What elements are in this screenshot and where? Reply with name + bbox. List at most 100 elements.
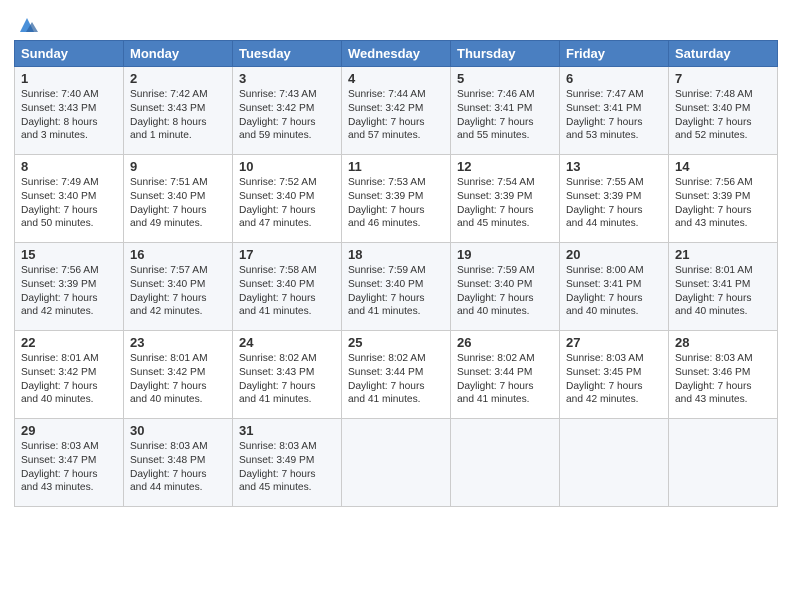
cell-info: Sunrise: 7:52 AMSunset: 3:40 PMDaylight:… <box>239 176 335 231</box>
cell-info: Sunrise: 8:03 AMSunset: 3:45 PMDaylight:… <box>566 352 662 407</box>
day-number: 26 <box>457 335 553 350</box>
day-number: 16 <box>130 247 226 262</box>
day-number: 5 <box>457 71 553 86</box>
day-number: 14 <box>675 159 771 174</box>
cell-info: Sunrise: 8:01 AMSunset: 3:41 PMDaylight:… <box>675 264 771 319</box>
day-number: 19 <box>457 247 553 262</box>
calendar-week-row: 15Sunrise: 7:56 AMSunset: 3:39 PMDayligh… <box>15 243 778 331</box>
cell-info: Sunrise: 7:51 AMSunset: 3:40 PMDaylight:… <box>130 176 226 231</box>
cell-info: Sunrise: 7:54 AMSunset: 3:39 PMDaylight:… <box>457 176 553 231</box>
calendar-header-tuesday: Tuesday <box>233 41 342 67</box>
calendar-cell: 8 Sunrise: 7:49 AMSunset: 3:40 PMDaylight… <box>15 155 124 243</box>
day-number: 20 <box>566 247 662 262</box>
calendar-cell: 22Sunrise: 8:01 AMSunset: 3:42 PMDayligh… <box>15 331 124 419</box>
day-number: 4 <box>348 71 444 86</box>
day-number: 10 <box>239 159 335 174</box>
day-number: 21 <box>675 247 771 262</box>
calendar-cell: 11 Sunrise: 7:53 AMSunset: 3:39 PMDayligh… <box>342 155 451 243</box>
cell-info: Sunrise: 8:02 AMSunset: 3:43 PMDaylight:… <box>239 352 335 407</box>
calendar-cell: 16 Sunrise: 7:57 AMSunset: 3:40 PMDayligh… <box>124 243 233 331</box>
cell-info: Sunrise: 8:03 AMSunset: 3:47 PMDaylight:… <box>21 440 117 495</box>
cell-info: Sunrise: 8:01 AMSunset: 3:42 PMDaylight:… <box>130 352 226 407</box>
calendar-cell: 3Sunrise: 7:43 AMSunset: 3:42 PMDaylight… <box>233 67 342 155</box>
calendar-cell: 19 Sunrise: 7:59 AMSunset: 3:40 PMDayligh… <box>451 243 560 331</box>
day-number: 13 <box>566 159 662 174</box>
day-number: 24 <box>239 335 335 350</box>
day-number: 11 <box>348 159 444 174</box>
day-number: 30 <box>130 423 226 438</box>
cell-info: Sunrise: 7:55 AMSunset: 3:39 PMDaylight:… <box>566 176 662 231</box>
calendar-cell: 7Sunrise: 7:48 AMSunset: 3:40 PMDaylight… <box>669 67 778 155</box>
cell-info: Sunrise: 8:00 AMSunset: 3:41 PMDaylight:… <box>566 264 662 319</box>
calendar-week-row: 1Sunrise: 7:40 AMSunset: 3:43 PMDaylight… <box>15 67 778 155</box>
day-number: 2 <box>130 71 226 86</box>
calendar-cell: 17Sunrise: 7:58 AMSunset: 3:40 PMDayligh… <box>233 243 342 331</box>
cell-info: Sunrise: 7:44 AMSunset: 3:42 PMDaylight:… <box>348 88 444 143</box>
page-container: SundayMondayTuesdayWednesdayThursdayFrid… <box>0 0 792 515</box>
calendar-cell: 12 Sunrise: 7:54 AMSunset: 3:39 PMDayligh… <box>451 155 560 243</box>
cell-info: Sunrise: 7:58 AMSunset: 3:40 PMDaylight:… <box>239 264 335 319</box>
calendar-cell: 13 Sunrise: 7:55 AMSunset: 3:39 PMDayligh… <box>560 155 669 243</box>
calendar-cell: 20 Sunrise: 8:00 AMSunset: 3:41 PMDayligh… <box>560 243 669 331</box>
calendar-cell: 15Sunrise: 7:56 AMSunset: 3:39 PMDayligh… <box>15 243 124 331</box>
day-number: 28 <box>675 335 771 350</box>
calendar-week-row: 8 Sunrise: 7:49 AMSunset: 3:40 PMDaylight… <box>15 155 778 243</box>
cell-info: Sunrise: 7:56 AMSunset: 3:39 PMDaylight:… <box>675 176 771 231</box>
cell-info: Sunrise: 7:43 AMSunset: 3:42 PMDaylight:… <box>239 88 335 143</box>
calendar-cell: 21 Sunrise: 8:01 AMSunset: 3:41 PMDayligh… <box>669 243 778 331</box>
calendar-header-thursday: Thursday <box>451 41 560 67</box>
calendar-cell: 24 Sunrise: 8:02 AMSunset: 3:43 PMDayligh… <box>233 331 342 419</box>
cell-info: Sunrise: 8:03 AMSunset: 3:49 PMDaylight:… <box>239 440 335 495</box>
calendar-cell <box>342 419 451 507</box>
cell-info: Sunrise: 7:40 AMSunset: 3:43 PMDaylight:… <box>21 88 117 143</box>
cell-info: Sunrise: 8:03 AMSunset: 3:46 PMDaylight:… <box>675 352 771 407</box>
calendar-table: SundayMondayTuesdayWednesdayThursdayFrid… <box>14 40 778 507</box>
calendar-cell: 31 Sunrise: 8:03 AMSunset: 3:49 PMDayligh… <box>233 419 342 507</box>
calendar-cell: 26 Sunrise: 8:02 AMSunset: 3:44 PMDayligh… <box>451 331 560 419</box>
calendar-cell: 1Sunrise: 7:40 AMSunset: 3:43 PMDaylight… <box>15 67 124 155</box>
cell-info: Sunrise: 7:47 AMSunset: 3:41 PMDaylight:… <box>566 88 662 143</box>
calendar-cell: 5 Sunrise: 7:46 AMSunset: 3:41 PMDaylight… <box>451 67 560 155</box>
calendar-cell: 6 Sunrise: 7:47 AMSunset: 3:41 PMDaylight… <box>560 67 669 155</box>
day-number: 8 <box>21 159 117 174</box>
cell-info: Sunrise: 8:02 AMSunset: 3:44 PMDaylight:… <box>348 352 444 407</box>
calendar-header-monday: Monday <box>124 41 233 67</box>
day-number: 6 <box>566 71 662 86</box>
calendar-cell: 4 Sunrise: 7:44 AMSunset: 3:42 PMDaylight… <box>342 67 451 155</box>
cell-info: Sunrise: 7:48 AMSunset: 3:40 PMDaylight:… <box>675 88 771 143</box>
calendar-cell: 25 Sunrise: 8:02 AMSunset: 3:44 PMDayligh… <box>342 331 451 419</box>
day-number: 29 <box>21 423 117 438</box>
calendar-cell <box>560 419 669 507</box>
cell-info: Sunrise: 8:03 AMSunset: 3:48 PMDaylight:… <box>130 440 226 495</box>
header <box>14 10 778 36</box>
cell-info: Sunrise: 7:57 AMSunset: 3:40 PMDaylight:… <box>130 264 226 319</box>
day-number: 12 <box>457 159 553 174</box>
day-number: 31 <box>239 423 335 438</box>
logo <box>14 14 38 36</box>
calendar-header-sunday: Sunday <box>15 41 124 67</box>
calendar-header-saturday: Saturday <box>669 41 778 67</box>
cell-info: Sunrise: 7:59 AMSunset: 3:40 PMDaylight:… <box>457 264 553 319</box>
calendar-cell: 29 Sunrise: 8:03 AMSunset: 3:47 PMDayligh… <box>15 419 124 507</box>
calendar-cell: 28 Sunrise: 8:03 AMSunset: 3:46 PMDayligh… <box>669 331 778 419</box>
cell-info: Sunrise: 7:46 AMSunset: 3:41 PMDaylight:… <box>457 88 553 143</box>
calendar-cell <box>451 419 560 507</box>
calendar-cell: 27 Sunrise: 8:03 AMSunset: 3:45 PMDayligh… <box>560 331 669 419</box>
day-number: 27 <box>566 335 662 350</box>
calendar-week-row: 29 Sunrise: 8:03 AMSunset: 3:47 PMDayligh… <box>15 419 778 507</box>
day-number: 25 <box>348 335 444 350</box>
cell-info: Sunrise: 8:02 AMSunset: 3:44 PMDaylight:… <box>457 352 553 407</box>
logo-icon <box>16 14 38 36</box>
calendar-cell: 10 Sunrise: 7:52 AMSunset: 3:40 PMDayligh… <box>233 155 342 243</box>
cell-info: Sunrise: 7:42 AMSunset: 3:43 PMDaylight:… <box>130 88 226 143</box>
cell-info: Sunrise: 8:01 AMSunset: 3:42 PMDaylight:… <box>21 352 117 407</box>
cell-info: Sunrise: 7:53 AMSunset: 3:39 PMDaylight:… <box>348 176 444 231</box>
cell-info: Sunrise: 7:49 AMSunset: 3:40 PMDaylight:… <box>21 176 117 231</box>
calendar-cell: 2 Sunrise: 7:42 AMSunset: 3:43 PMDaylight… <box>124 67 233 155</box>
day-number: 15 <box>21 247 117 262</box>
calendar-header-row: SundayMondayTuesdayWednesdayThursdayFrid… <box>15 41 778 67</box>
cell-info: Sunrise: 7:59 AMSunset: 3:40 PMDaylight:… <box>348 264 444 319</box>
calendar-header-friday: Friday <box>560 41 669 67</box>
day-number: 9 <box>130 159 226 174</box>
calendar-cell: 14 Sunrise: 7:56 AMSunset: 3:39 PMDayligh… <box>669 155 778 243</box>
